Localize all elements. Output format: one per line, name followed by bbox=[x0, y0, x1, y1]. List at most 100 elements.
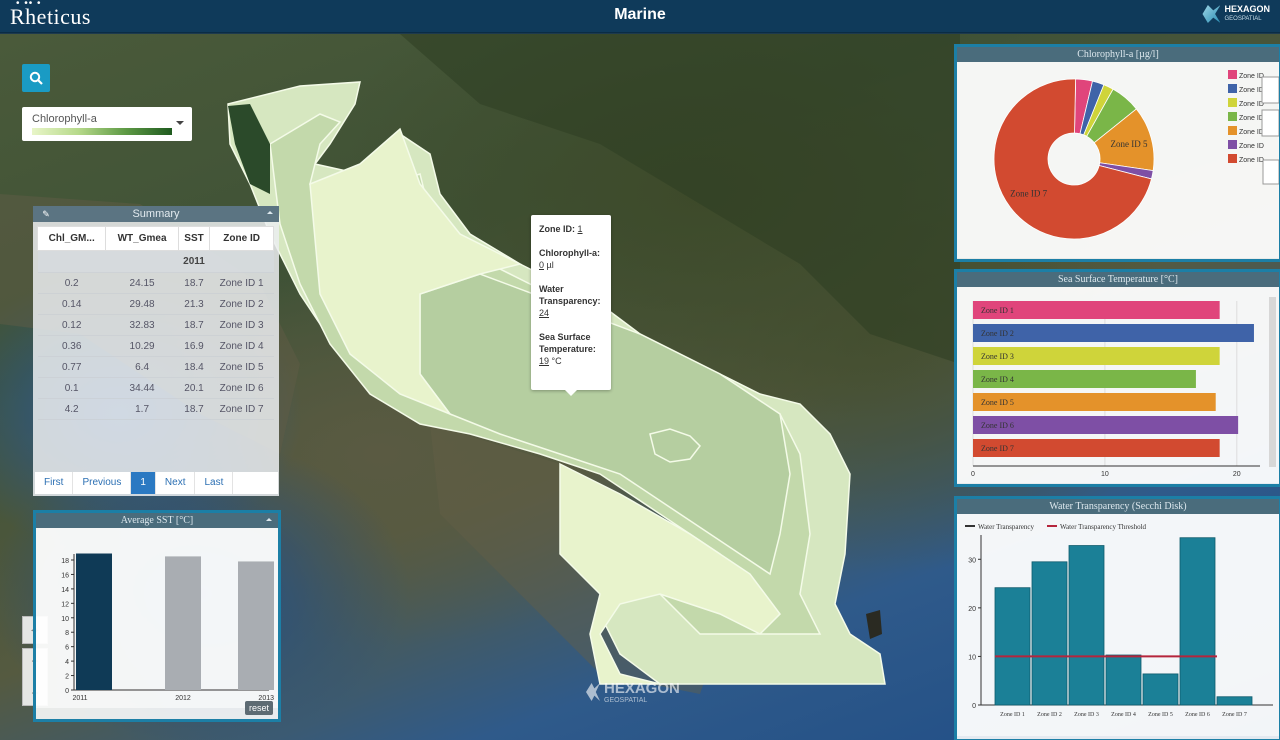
summary-table: Chl_GM... WT_Gmea SST Zone ID 2011 0.2 24… bbox=[36, 226, 274, 420]
search-icon bbox=[29, 71, 43, 85]
x-tick-label: Zone ID 5 bbox=[1148, 712, 1173, 718]
legend-swatch bbox=[1228, 126, 1237, 135]
legend-swatch bbox=[1228, 154, 1237, 163]
wt-header: Water Transparency (Secchi Disk) bbox=[957, 499, 1279, 514]
wt-panel: Water Transparency (Secchi Disk) Water T… bbox=[954, 496, 1280, 740]
col-sst[interactable]: SST bbox=[177, 226, 211, 251]
legend-label: Zone ID bbox=[1239, 157, 1264, 164]
x-tick-label: Zone ID 7 bbox=[1222, 712, 1247, 718]
x-tick-label: 0 bbox=[971, 471, 975, 478]
collapse-icon[interactable] bbox=[266, 518, 273, 521]
page-title: Marine bbox=[614, 6, 666, 23]
table-cell: 0.1 bbox=[37, 377, 106, 399]
col-chl[interactable]: Chl_GM... bbox=[36, 226, 107, 251]
reset-button[interactable]: reset bbox=[244, 701, 273, 715]
scrollbar bbox=[1269, 297, 1276, 467]
table-cell: Zone ID 1 bbox=[209, 272, 274, 294]
y-tick-label: 20 bbox=[968, 606, 976, 613]
chlorophyll-title: Chlorophyll-a [µg/l] bbox=[1077, 49, 1159, 60]
table-row[interactable]: 0.1 34.44 20.1 Zone ID 6 bbox=[37, 377, 274, 399]
bar-label: Zone ID 5 bbox=[981, 398, 1014, 407]
table-row[interactable]: 0.14 29.48 21.3 Zone ID 2 bbox=[37, 293, 274, 315]
sst-panel: Sea Surface Temperature [°C] 0 10 20 Zone I… bbox=[954, 269, 1280, 487]
legend-label: Zone ID bbox=[1239, 129, 1264, 136]
wrench-icon[interactable]: ✎ bbox=[41, 209, 51, 219]
sst-bar-chart: 0 10 20 Zone ID 1 Zone ID 2 Zone ID 3 Zone ID … bbox=[957, 287, 1279, 483]
tooltip-chl-unit: µl bbox=[546, 260, 554, 270]
table-cell: 6.4 bbox=[105, 356, 179, 378]
summary-panel: ✎ Summary Chl_GM... WT_Gmea SST Zone ID … bbox=[33, 206, 279, 496]
x-tick-label: Zone ID 1 bbox=[1000, 712, 1025, 718]
bar bbox=[1031, 561, 1068, 706]
slice-label: Zone ID 7 bbox=[1010, 188, 1047, 198]
pager: First Previous 1 Next Last bbox=[35, 472, 278, 494]
slice-label: Zone ID 5 bbox=[1111, 139, 1148, 149]
sst-title: Sea Surface Temperature [°C] bbox=[1057, 274, 1178, 285]
tooltip-sst-value: 19 bbox=[539, 356, 550, 366]
pager-page[interactable]: 1 bbox=[131, 472, 156, 494]
table-cell: 21.3 bbox=[178, 293, 210, 315]
pager-next[interactable]: Next bbox=[156, 472, 196, 494]
y-tick-label: 0 bbox=[65, 688, 69, 695]
app-header: • •• • Rheticus Marine HEXAGON GEOSPATIA… bbox=[0, 0, 1280, 33]
table-row[interactable]: 0.2 24.15 18.7 Zone ID 1 bbox=[37, 272, 274, 294]
collapse-icon[interactable] bbox=[267, 211, 274, 214]
table-cell: 18.7 bbox=[178, 398, 210, 420]
pager-first[interactable]: First bbox=[35, 472, 74, 494]
bar bbox=[165, 556, 201, 690]
bar bbox=[1216, 696, 1253, 706]
chevron-down-icon bbox=[176, 121, 184, 125]
table-cell: 34.44 bbox=[105, 377, 179, 399]
tooltip-wt-label: Water Transparency: bbox=[539, 284, 601, 306]
y-tick-label: 30 bbox=[968, 557, 976, 564]
table-cell: Zone ID 2 bbox=[209, 293, 274, 315]
color-ramp bbox=[32, 128, 172, 135]
layer-select-value: Chlorophyll-a bbox=[32, 113, 97, 125]
table-row[interactable]: 0.77 6.4 18.4 Zone ID 5 bbox=[37, 356, 274, 378]
tooltip-zone-value: 1 bbox=[577, 224, 583, 234]
pager-previous[interactable]: Previous bbox=[73, 472, 132, 494]
bar bbox=[1142, 673, 1179, 706]
bar bbox=[994, 587, 1031, 706]
tooltip-chl-label: Chlorophyll-a: bbox=[539, 248, 600, 258]
hexagon-icon bbox=[1202, 5, 1221, 23]
chlorophyll-panel: Chlorophyll-a [µg/l] Zone ID 5 Zone ID 7Z… bbox=[954, 44, 1280, 262]
hexagon-logo-text: HEXAGON bbox=[1224, 4, 1270, 14]
table-row[interactable]: 0.12 32.83 18.7 Zone ID 3 bbox=[37, 314, 274, 336]
table-cell: 0.12 bbox=[37, 314, 106, 336]
y-tick-label: 18 bbox=[61, 558, 69, 565]
y-tick-label: 16 bbox=[61, 572, 69, 579]
hexagon-logo: HEXAGON GEOSPATIAL bbox=[1202, 4, 1270, 24]
y-tick-label: 10 bbox=[61, 616, 69, 623]
wt-title: Water Transparency (Secchi Disk) bbox=[1049, 501, 1187, 512]
legend-label: Zone ID bbox=[1239, 101, 1264, 108]
col-zone[interactable]: Zone ID bbox=[209, 226, 274, 251]
layer-select[interactable]: Chlorophyll-a bbox=[22, 107, 192, 141]
map-watermark: HEXAGON GEOSPATIAL bbox=[586, 680, 680, 704]
tooltip-chl-value: 0 bbox=[539, 260, 545, 270]
bar bbox=[76, 553, 112, 690]
table-row[interactable]: 0.36 10.29 16.9 Zone ID 4 bbox=[37, 335, 274, 357]
bar-label: Zone ID 7 bbox=[981, 444, 1014, 453]
watermark-text: HEXAGON bbox=[604, 680, 680, 697]
table-row[interactable]: 4.2 1.7 18.7 Zone ID 7 bbox=[37, 398, 274, 420]
y-tick-label: 8 bbox=[65, 630, 69, 637]
avg-sst-title: Average SST [°C] bbox=[120, 515, 194, 526]
legend-label: Zone ID bbox=[1239, 143, 1264, 150]
tooltip-wt-value: 24 bbox=[539, 308, 550, 318]
col-wt[interactable]: WT_Gmea bbox=[105, 226, 179, 251]
pager-last[interactable]: Last bbox=[195, 472, 234, 494]
table-cell: Zone ID 6 bbox=[209, 377, 274, 399]
legend-swatch bbox=[1228, 84, 1237, 93]
table-cell: Zone ID 7 bbox=[209, 398, 274, 420]
y-tick-label: 0 bbox=[972, 703, 976, 710]
search-button[interactable] bbox=[22, 64, 50, 92]
y-tick-label: 10 bbox=[968, 654, 976, 661]
bar-label: Zone ID 3 bbox=[981, 352, 1014, 361]
table-cell: 29.48 bbox=[105, 293, 179, 315]
bar bbox=[1105, 654, 1142, 706]
bar bbox=[973, 324, 1254, 342]
chlorophyll-pie-chart: Zone ID 5 Zone ID 7 Zone ID Zone ID Zone ID Z… bbox=[957, 62, 1279, 258]
bar-label: Zone ID 1 bbox=[981, 306, 1014, 315]
y-tick-label: 2 bbox=[65, 674, 69, 681]
